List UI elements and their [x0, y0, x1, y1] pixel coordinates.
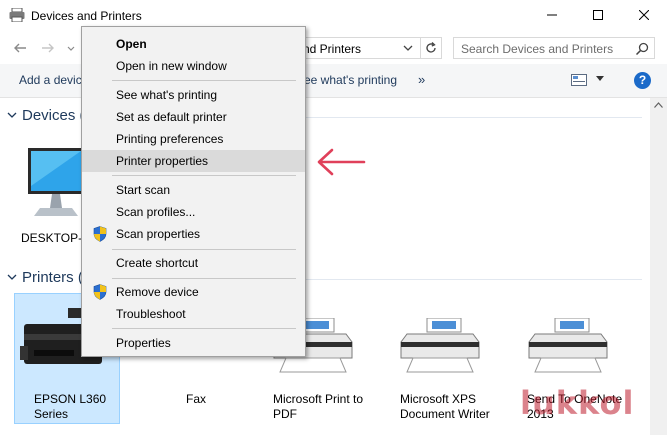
- menu-item-label: Open in new window: [116, 59, 227, 73]
- uac-shield-icon: [93, 284, 107, 300]
- menu-item-set-default-printer[interactable]: Set as default printer: [82, 106, 305, 128]
- menu-separator: [112, 175, 296, 176]
- virtual-printer-icon[interactable]: [527, 318, 609, 374]
- menu-item-see-whats-printing[interactable]: See what's printing: [82, 84, 305, 106]
- menu-item-label: Open: [116, 37, 147, 51]
- search-icon[interactable]: [634, 41, 650, 57]
- change-view-icon[interactable]: [571, 74, 587, 86]
- menu-item-open[interactable]: Open: [82, 33, 305, 55]
- menu-separator: [112, 278, 296, 279]
- vertical-scrollbar[interactable]: [650, 98, 667, 435]
- menu-item-label: Properties: [116, 336, 171, 350]
- menu-item-label: Start scan: [116, 183, 171, 197]
- printer-label-line2: Series: [34, 407, 69, 421]
- more-commands-button[interactable]: »: [418, 72, 425, 87]
- refresh-icon: [426, 42, 436, 53]
- menu-item-remove-device[interactable]: Remove device: [82, 281, 305, 303]
- printer-label-line1: Microsoft Print to: [273, 392, 364, 406]
- menu-item-label: See what's printing: [116, 88, 218, 102]
- menu-item-label: Troubleshoot: [116, 307, 186, 321]
- menu-item-create-shortcut[interactable]: Create shortcut: [82, 252, 305, 274]
- printer-app-icon: [9, 8, 25, 22]
- menu-item-label: Scan properties: [116, 227, 201, 241]
- devices-collapse-chevron-icon[interactable]: [7, 112, 17, 119]
- help-button[interactable]: ?: [634, 72, 651, 89]
- maximize-icon: [593, 10, 603, 20]
- menu-item-open-new-window[interactable]: Open in new window: [82, 55, 305, 77]
- refresh-button[interactable]: [420, 37, 442, 59]
- search-placeholder: Search Devices and Printers: [461, 42, 614, 56]
- window-title: Devices and Printers: [31, 9, 142, 23]
- address-path: nd Printers: [303, 42, 362, 56]
- maximize-button[interactable]: [575, 0, 621, 30]
- menu-item-properties[interactable]: Properties: [82, 332, 305, 354]
- printer-label-line2: Document Writer: [400, 407, 490, 421]
- menu-item-scan-profiles[interactable]: Scan profiles...: [82, 201, 305, 223]
- recent-locations-chevron-icon[interactable]: [66, 40, 76, 56]
- back-arrow-icon[interactable]: [12, 40, 28, 56]
- menu-item-label: Printing preferences: [116, 132, 224, 146]
- minimize-button[interactable]: [529, 0, 575, 30]
- close-icon: [639, 10, 649, 20]
- menu-separator: [112, 249, 296, 250]
- menu-separator: [112, 328, 296, 329]
- menu-item-label: Scan profiles...: [116, 205, 196, 219]
- device-label: DESKTOP-V: [21, 231, 91, 245]
- printers-group-header[interactable]: Printers (: [22, 269, 83, 286]
- desktop-computer-icon[interactable]: [26, 146, 86, 226]
- menu-item-label: Create shortcut: [116, 256, 199, 270]
- address-dropdown-icon[interactable]: [400, 40, 416, 56]
- printers-collapse-chevron-icon[interactable]: [7, 274, 17, 281]
- printers-group-divider: [306, 279, 642, 280]
- context-menu: Open Open in new window See what's print…: [81, 26, 306, 357]
- view-dropdown-icon[interactable]: [596, 76, 604, 82]
- uac-shield-icon: [93, 226, 107, 242]
- search-input[interactable]: Search Devices and Printers: [453, 37, 655, 59]
- menu-item-printing-preferences[interactable]: Printing preferences: [82, 128, 305, 150]
- menu-item-printer-properties[interactable]: Printer properties: [82, 150, 305, 172]
- add-device-button[interactable]: Add a devic: [19, 73, 82, 87]
- menu-separator: [112, 80, 296, 81]
- menu-item-label: Set as default printer: [116, 110, 227, 124]
- annotation-arrow-icon: [317, 148, 366, 176]
- watermark-logo: lukkol: [520, 384, 635, 422]
- menu-item-start-scan[interactable]: Start scan: [82, 179, 305, 201]
- devices-group-divider: [306, 117, 642, 118]
- menu-item-label: Remove device: [116, 285, 199, 299]
- scroll-up-icon[interactable]: [654, 102, 663, 108]
- menu-item-troubleshoot[interactable]: Troubleshoot: [82, 303, 305, 325]
- close-button[interactable]: [621, 0, 667, 30]
- devices-group-header[interactable]: Devices (: [22, 107, 85, 124]
- menu-item-scan-properties[interactable]: Scan properties: [82, 223, 305, 245]
- menu-item-label: Printer properties: [116, 154, 209, 168]
- virtual-printer-icon[interactable]: [399, 318, 481, 374]
- minimize-icon: [547, 14, 557, 16]
- printer-label-line2: PDF: [273, 407, 297, 421]
- see-whats-printing-button[interactable]: ee what's printing: [304, 73, 397, 87]
- forward-arrow-icon[interactable]: [40, 40, 56, 56]
- printer-label-line1: EPSON L360: [34, 392, 107, 406]
- printer-label-line1: Fax: [186, 392, 207, 406]
- printer-label-line1: Microsoft XPS: [400, 392, 477, 406]
